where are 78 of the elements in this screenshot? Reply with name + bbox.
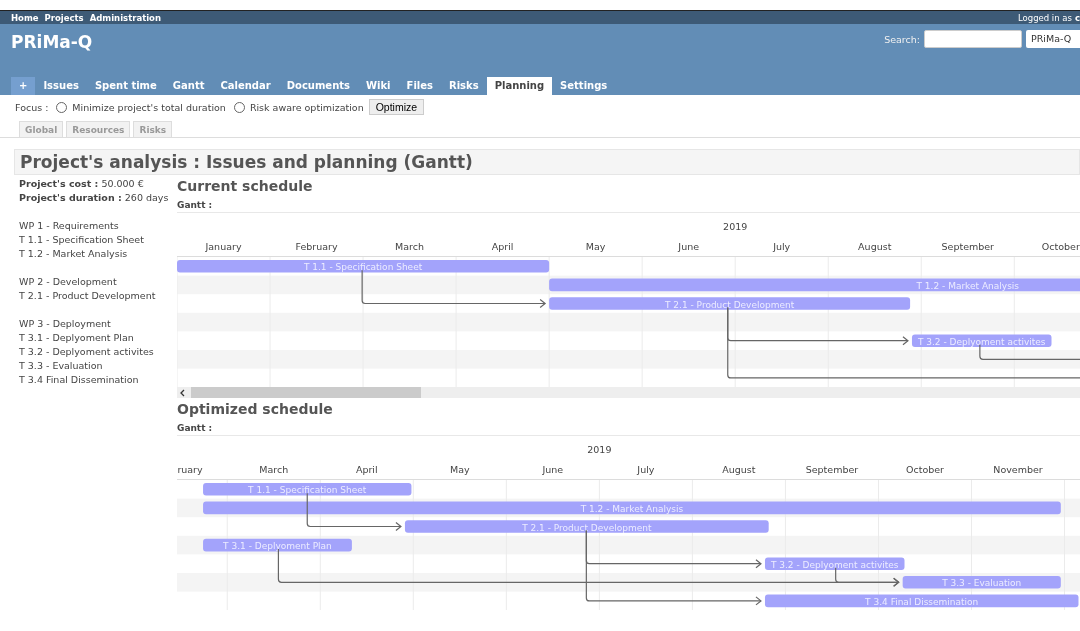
schedule-title: Current schedule	[177, 177, 314, 195]
task-item: T 1.2 - Market Analysis	[19, 247, 129, 261]
schedule-title: Optimized schedule	[177, 400, 334, 419]
sub-tab[interactable]: Global	[19, 121, 64, 137]
gantt-bar[interactable]: T 2.1 - Product Development	[549, 297, 911, 310]
top-menu-link[interactable]: Home	[11, 12, 39, 23]
radio-button[interactable]	[233, 101, 245, 113]
nav-tab[interactable]: Wiki	[358, 77, 399, 95]
task-item: T 3.3 - Evaluation	[19, 359, 104, 373]
nav-tab[interactable]: Settings	[552, 77, 616, 95]
gantt-bar[interactable]: T 3.2 - Deplyoment activites	[764, 557, 905, 571]
sub-tab[interactable]: Risks	[133, 121, 173, 137]
month-label: June	[678, 241, 700, 252]
search-field[interactable]	[924, 30, 1022, 48]
month-label: April	[355, 464, 378, 476]
month-label: February	[295, 241, 338, 252]
month-label: October	[1041, 241, 1080, 252]
top-menu-link[interactable]: Projects	[44, 12, 84, 23]
nav-tab[interactable]: Documents	[278, 77, 358, 95]
task-item: WP 3 - Deployment	[19, 317, 112, 331]
top-menu-link[interactable]: Administration	[89, 12, 161, 23]
horizontal-scrollbar[interactable]	[177, 387, 1080, 399]
focus-label: Focus :	[15, 101, 49, 113]
search-label: Search:	[884, 33, 920, 45]
task-item: T 3.4 Final Dissemination	[19, 373, 140, 387]
task-item: T 2.1 - Product Development	[19, 289, 157, 303]
month-label: October	[905, 464, 944, 476]
year-label: 2019	[723, 221, 748, 232]
month-label: ruary	[177, 464, 203, 476]
nav-tab[interactable]: Planning	[486, 77, 553, 95]
nav-tab[interactable]: Gantt	[164, 77, 213, 95]
task-item: T 1.1 - Specification Sheet	[19, 233, 145, 247]
task-item: T 3.1 - Deplyoment Plan	[19, 331, 135, 345]
month-label: July	[773, 241, 791, 252]
project-select[interactable]: PRiMa-Q	[1026, 30, 1080, 48]
project-title: PRiMa-Q	[11, 32, 93, 52]
month-label: August	[722, 464, 756, 476]
gantt-bar[interactable]: T 1.1 - Specification Sheet	[177, 260, 550, 273]
sub-tab[interactable]: Resources	[66, 121, 131, 137]
nav-tab[interactable]: Issues	[35, 77, 87, 95]
month-label: August	[858, 241, 892, 252]
task-item: T 3.2 - Deplyoment activites	[19, 345, 155, 359]
month-label: September	[941, 241, 995, 252]
nav-tab[interactable]: Risks	[440, 77, 487, 95]
task-item: WP 1 - Requirements	[19, 219, 120, 233]
radio-button[interactable]	[56, 101, 68, 113]
gantt-label: Gantt :	[177, 423, 214, 434]
month-label: April	[491, 241, 514, 252]
nav-tab[interactable]: Files	[398, 77, 441, 95]
task-item: WP 2 - Development	[19, 275, 118, 289]
gantt-bar[interactable]: T 3.4 Final Dissemination	[764, 594, 1079, 608]
optimize-button[interactable]: Optimize	[368, 99, 425, 115]
radio-label[interactable]: Minimize project's total duration	[72, 101, 226, 113]
month-label: July	[637, 464, 655, 476]
month-label: November	[993, 464, 1043, 476]
radio-label[interactable]: Risk aware optimization	[249, 101, 364, 113]
nav-tab[interactable]: +	[11, 77, 36, 95]
summary-line: Project's duration : 260 days	[19, 191, 170, 205]
month-label: March	[395, 241, 425, 252]
month-label: May	[450, 464, 470, 476]
month-label: June	[542, 464, 564, 476]
month-label: May	[585, 241, 606, 252]
user-link[interactable]: c	[1074, 12, 1080, 23]
gantt-bar[interactable]: T 1.1 - Specification Sheet	[203, 483, 412, 496]
nav-tab[interactable]: Calendar	[212, 77, 279, 95]
year-label: 2019	[587, 444, 612, 456]
gantt-bar[interactable]: T 3.2 - Deplyoment activites	[911, 334, 1052, 347]
nav-tab[interactable]: Spent time	[86, 77, 165, 95]
month-label: March	[259, 464, 289, 476]
month-label: January	[205, 241, 242, 252]
logged-in-text: Logged in as	[1017, 12, 1072, 23]
gantt-bar[interactable]: T 2.1 - Product Development	[404, 520, 769, 533]
month-label: September	[805, 464, 859, 476]
gantt-label: Gantt :	[177, 200, 214, 210]
scroll-left-icon[interactable]	[179, 388, 187, 397]
page-title: Project's analysis : Issues and planning (Gantt)	[14, 149, 1080, 175]
gantt-bar[interactable]: T 3.3 - Evaluation	[902, 576, 1061, 589]
summary-line: Project's cost : 50.000 €	[19, 177, 145, 191]
